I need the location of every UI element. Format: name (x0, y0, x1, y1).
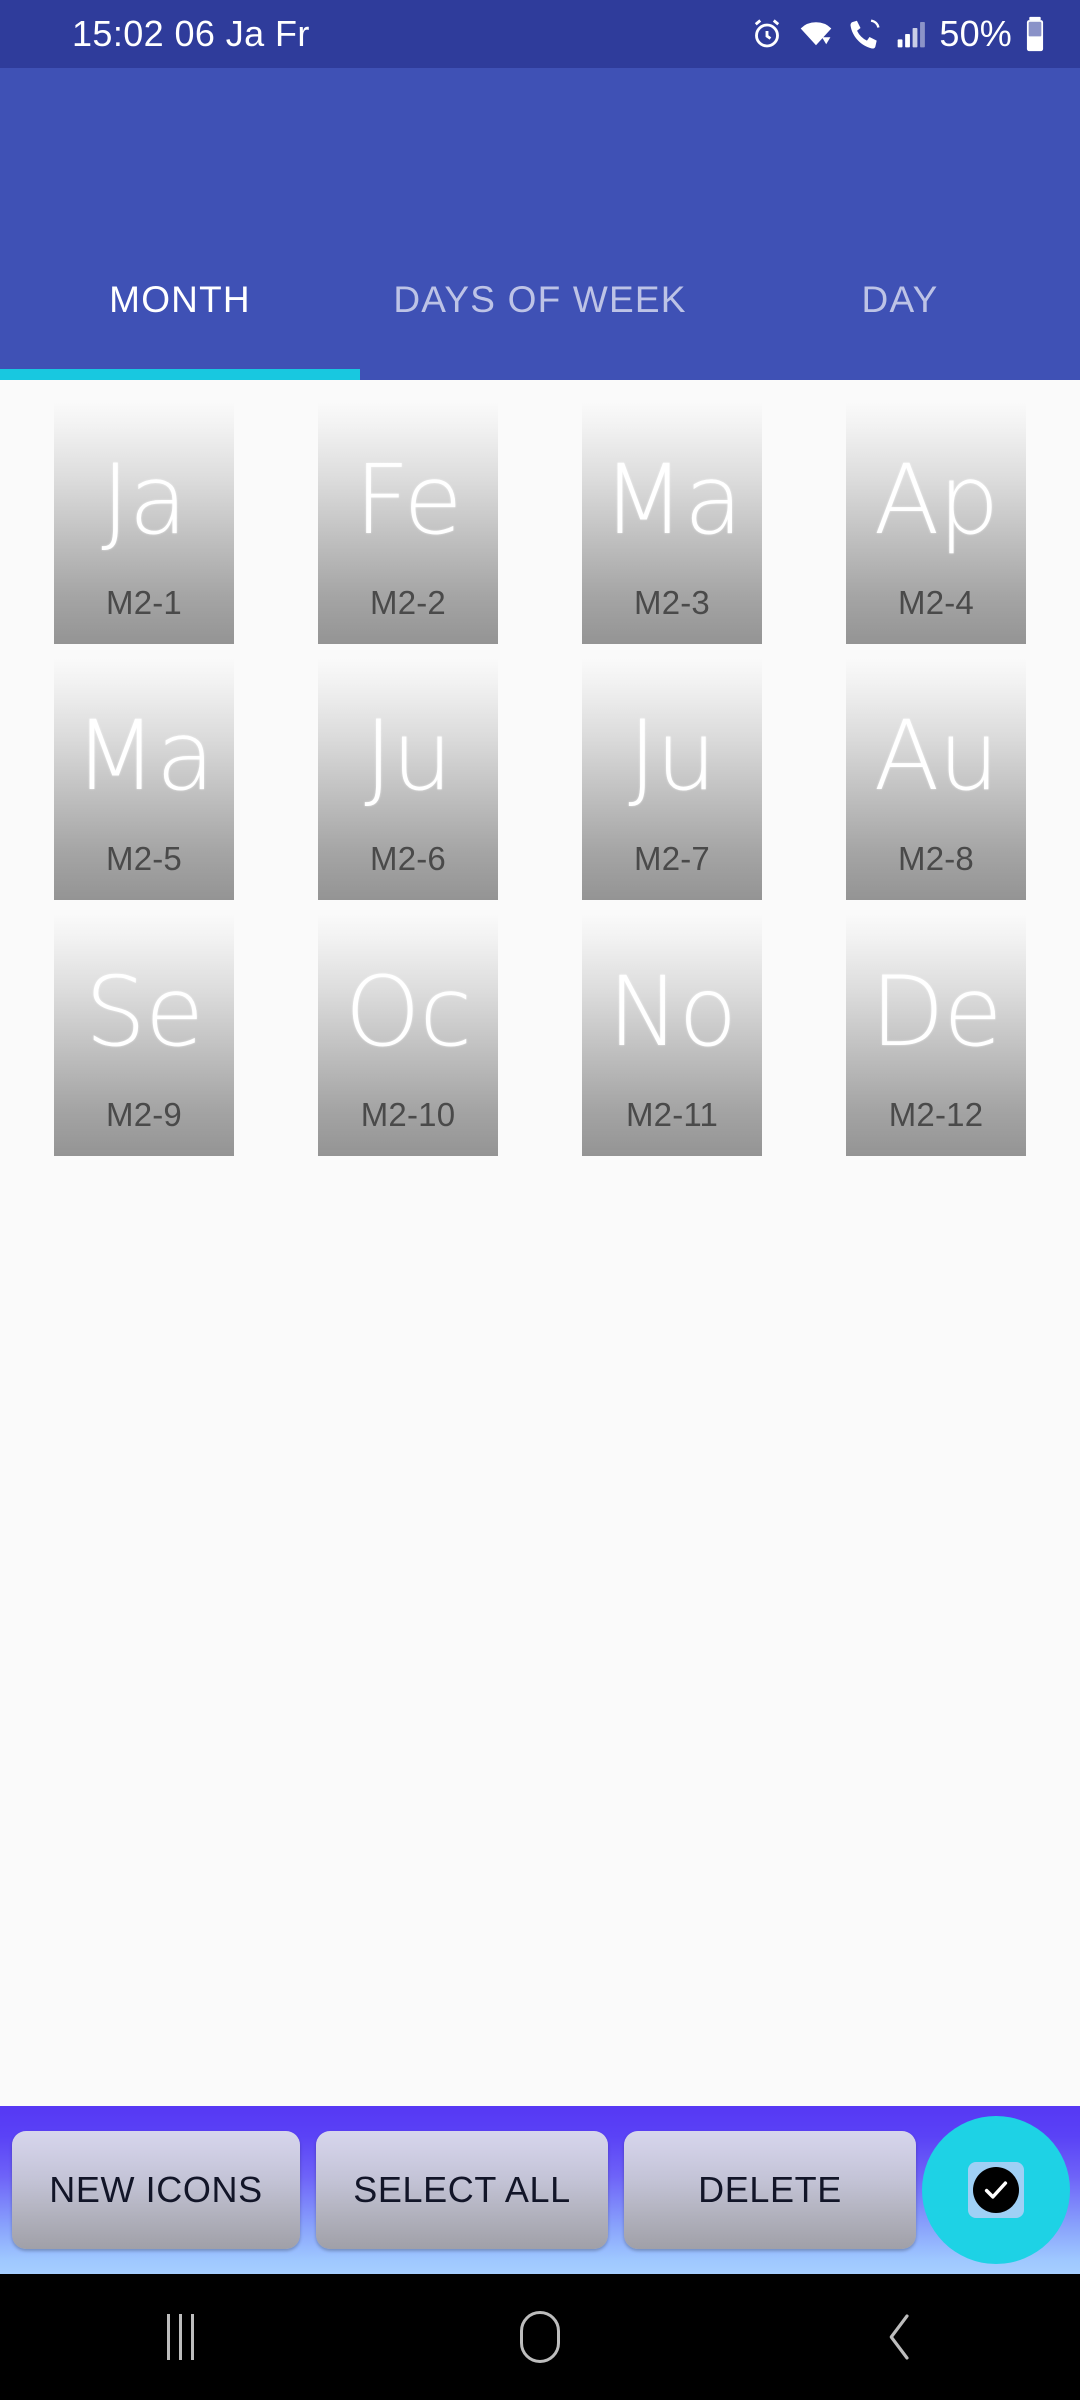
icon-tile-glyph: Oc (344, 956, 472, 1068)
icon-tile[interactable]: Ma M2-3 (582, 402, 762, 644)
home-icon (520, 2311, 560, 2363)
icon-tile-glyph: Au (873, 700, 1000, 812)
delete-button[interactable]: DELETE (624, 2131, 916, 2249)
icon-tile[interactable]: Ma M2-5 (54, 658, 234, 900)
confirm-fab-button[interactable] (922, 2116, 1070, 2264)
new-icons-button[interactable]: NEW ICONS (12, 2131, 300, 2249)
android-nav-bar (0, 2274, 1080, 2400)
tab-indicator (0, 369, 360, 380)
signal-icon (898, 22, 926, 48)
icon-tile-glyph: Ma (602, 444, 743, 556)
icon-tile[interactable]: Fe M2-2 (318, 402, 498, 644)
icon-tile[interactable]: Ja M2-1 (54, 402, 234, 644)
tab-row: MONTH DAYS OF WEEK DAY (0, 220, 1080, 380)
icon-tile-glyph: Fe (354, 444, 462, 556)
icon-tile-label: M2-4 (898, 584, 974, 621)
icon-tile-label: M2-10 (360, 1096, 456, 1133)
tab-month[interactable]: MONTH (0, 220, 360, 380)
icon-tile[interactable]: No M2-11 (582, 914, 762, 1156)
icon-tile-glyph: Ju (364, 700, 452, 812)
select-all-button[interactable]: SELECT ALL (316, 2131, 608, 2249)
back-button[interactable] (800, 2274, 1000, 2400)
icon-tile-label: M2-7 (634, 840, 710, 877)
tab-days-of-week-label: DAYS OF WEEK (393, 279, 687, 320)
icon-tile-label: M2-3 (634, 584, 710, 621)
call-wifi-icon (850, 19, 880, 49)
icon-tile-glyph: Ma (74, 700, 215, 812)
icon-tile-label: M2-2 (370, 584, 446, 621)
icon-grid-content: Ja M2-1 Fe M2-2 Ma M2-3 Ap M2-4 Ma M2-5 … (0, 380, 1080, 2106)
icon-tile-label: M2-11 (625, 1096, 719, 1133)
wifi-icon (801, 22, 832, 46)
icon-tile-glyph: Ja (101, 444, 187, 556)
tab-day[interactable]: DAY (720, 220, 1080, 380)
icon-tile-glyph: Se (85, 956, 204, 1068)
check-icon-circle (973, 2167, 1019, 2213)
tab-days-of-week[interactable]: DAYS OF WEEK (360, 220, 720, 380)
battery-icon (1026, 16, 1044, 52)
recents-icon (166, 2314, 194, 2360)
icon-tile-label: M2-6 (370, 840, 446, 877)
status-icons: 50% (749, 13, 1046, 55)
battery-percent-label: 50% (939, 13, 1012, 54)
icon-tile[interactable]: Ju M2-7 (582, 658, 762, 900)
icon-tile-label: M2-5 (106, 840, 182, 877)
icon-tile-glyph: Ap (873, 444, 1000, 556)
status-bar: 15:02 06 Ja Fr 50% (0, 0, 1080, 68)
app-bar: MONTH DAYS OF WEEK DAY (0, 68, 1080, 380)
icon-tile[interactable]: Ju M2-6 (318, 658, 498, 900)
icon-tile[interactable]: Au M2-8 (846, 658, 1026, 900)
alarm-icon (755, 19, 780, 48)
icon-tile[interactable]: Oc M2-10 (318, 914, 498, 1156)
recents-button[interactable] (80, 2274, 280, 2400)
phone-screen: 15:02 06 Ja Fr 50% MONTH DAYS OF WEEK DA… (0, 0, 1080, 2400)
icon-tile-label: M2-8 (898, 840, 974, 877)
icon-tile-label: M2-12 (888, 1096, 984, 1133)
home-button[interactable] (440, 2274, 640, 2400)
icon-tile[interactable]: De M2-12 (846, 914, 1026, 1156)
icon-tile[interactable]: Ap M2-4 (846, 402, 1026, 644)
check-icon (968, 2162, 1024, 2218)
icon-tile-label: M2-1 (106, 584, 182, 621)
icon-tile-glyph: No (607, 956, 738, 1068)
tab-month-label: MONTH (109, 279, 251, 320)
icon-tile[interactable]: Se M2-9 (54, 914, 234, 1156)
back-icon (889, 2314, 909, 2360)
status-time-date: 15:02 06 Ja Fr (72, 13, 310, 54)
icon-grid: Ja M2-1 Fe M2-2 Ma M2-3 Ap M2-4 Ma M2-5 … (0, 402, 1080, 1156)
icon-tile-label: M2-9 (106, 1096, 182, 1133)
tab-day-label: DAY (861, 279, 939, 320)
bottom-action-bar: NEW ICONS SELECT ALL DELETE (0, 2106, 1080, 2274)
icon-tile-glyph: De (870, 956, 1003, 1068)
icon-tile-glyph: Ju (628, 700, 716, 812)
